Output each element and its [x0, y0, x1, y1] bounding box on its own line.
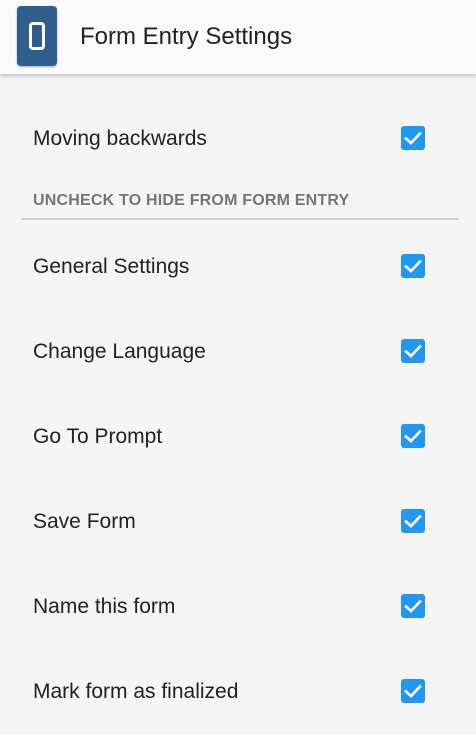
setting-general-settings[interactable]: General Settings: [0, 238, 476, 298]
app-logo-icon: [17, 6, 57, 66]
setting-go-to-prompt[interactable]: Go To Prompt: [0, 408, 476, 468]
setting-checkbox[interactable]: [401, 594, 425, 618]
setting-checkbox[interactable]: [401, 509, 425, 533]
setting-label: Change Language: [33, 340, 206, 363]
setting-label: Save Form: [33, 510, 136, 533]
setting-checkbox[interactable]: [401, 424, 425, 448]
setting-checkbox[interactable]: [401, 126, 425, 150]
checkmark-icon: [404, 599, 422, 613]
setting-checkbox[interactable]: [401, 679, 425, 703]
checkmark-icon: [404, 684, 422, 698]
setting-label: Go To Prompt: [33, 425, 163, 448]
checkmark-icon: [404, 514, 422, 528]
setting-label: Name this form: [33, 595, 176, 618]
setting-name-this-form[interactable]: Name this form: [0, 578, 476, 638]
page-title: Form Entry Settings: [80, 23, 293, 50]
setting-moving-backwards[interactable]: Moving backwards: [0, 110, 476, 170]
checkmark-icon: [404, 429, 422, 443]
setting-checkbox[interactable]: [401, 339, 425, 363]
checkmark-icon: [404, 131, 422, 145]
setting-checkbox[interactable]: [401, 254, 425, 278]
setting-label: Moving backwards: [33, 127, 207, 150]
setting-mark-form-finalized[interactable]: Mark form as finalized: [0, 663, 476, 723]
checkmark-icon: [404, 344, 422, 358]
setting-change-language[interactable]: Change Language: [0, 323, 476, 383]
category-header: UNCHECK TO HIDE FROM FORM ENTRY: [33, 192, 350, 209]
divider: [21, 218, 459, 220]
setting-label: General Settings: [33, 255, 190, 278]
checkmark-icon: [404, 259, 422, 273]
setting-label: Mark form as finalized: [33, 680, 239, 703]
app-bar: Form Entry Settings: [0, 0, 476, 74]
setting-save-form[interactable]: Save Form: [0, 493, 476, 553]
